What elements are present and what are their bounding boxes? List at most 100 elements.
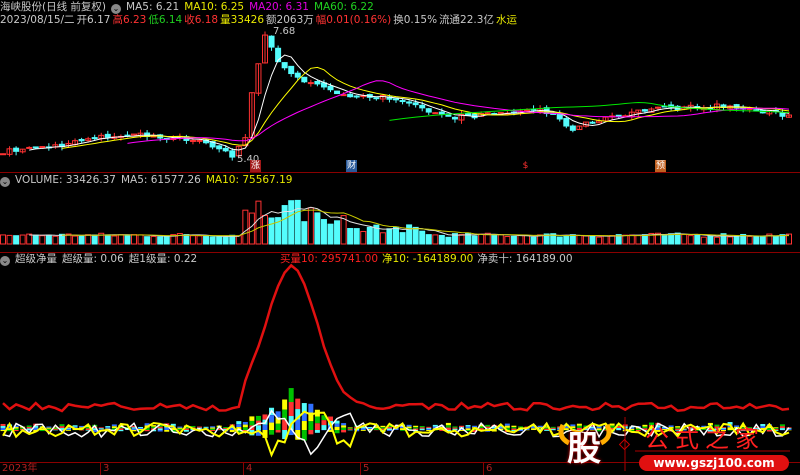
net-volume-bar	[347, 429, 353, 430]
net-volume-bar	[308, 430, 314, 435]
net-volume-bar	[39, 430, 45, 432]
marker-dollar[interactable]: $	[520, 160, 531, 172]
axis-label-april: 4	[243, 462, 252, 475]
candle	[294, 72, 301, 78]
net-volume-bar	[275, 430, 281, 433]
net-volume-bar	[210, 428, 216, 430]
volume-bar	[510, 235, 517, 245]
volume-bar	[13, 235, 20, 245]
volume-bar	[320, 219, 327, 245]
net-volume-bar	[282, 399, 288, 410]
volume-bar	[438, 234, 445, 245]
net-volume-bar	[111, 426, 117, 429]
net-volume-bar	[183, 430, 189, 432]
candle	[26, 146, 33, 149]
volume-bar	[255, 200, 262, 245]
net-volume-bar	[367, 427, 373, 429]
candle	[104, 133, 111, 138]
volume-bar	[753, 235, 760, 245]
candle	[196, 139, 203, 142]
net-volume-bar	[197, 426, 202, 428]
volume-bar	[530, 236, 537, 245]
net-volume-bar	[360, 430, 366, 431]
volume-bar	[163, 235, 170, 245]
ma20-line	[127, 80, 790, 144]
candle	[484, 112, 491, 115]
candle	[314, 81, 321, 85]
volume-bar	[478, 233, 485, 245]
net-volume-bar	[66, 430, 71, 431]
net-volume-bar	[138, 426, 144, 428]
axis-label-year: 2023年	[2, 463, 38, 474]
volume-bar	[393, 226, 399, 245]
candle	[39, 146, 46, 149]
volume-bar	[209, 236, 216, 245]
candle	[615, 114, 622, 117]
net-volume-bar	[334, 426, 340, 430]
price-chart[interactable]	[0, 0, 800, 172]
volume-bar	[19, 234, 26, 245]
candle	[307, 82, 314, 85]
volume-bar	[386, 228, 393, 245]
net-volume-bar	[373, 428, 379, 430]
volume-bar	[242, 209, 249, 245]
volume-bar	[347, 227, 354, 245]
candle	[393, 98, 399, 101]
net-volume-bar	[59, 424, 65, 427]
buy10-line	[2, 263, 790, 413]
candle	[373, 97, 380, 100]
candle	[655, 106, 661, 109]
net-volume-bar	[465, 425, 471, 427]
volume-bar	[628, 234, 635, 245]
net-volume-bar	[465, 428, 471, 430]
volume-bar	[91, 234, 98, 245]
volume-bar	[524, 234, 530, 245]
candle	[399, 100, 406, 103]
volume-bar	[772, 235, 779, 245]
candle	[641, 109, 648, 112]
volume-bar	[713, 236, 720, 245]
volume-bar	[262, 214, 268, 245]
marker-cai[interactable]: 财	[346, 160, 357, 172]
net-volume-bar	[400, 430, 406, 431]
net-volume-bar	[255, 415, 261, 421]
net-volume-bar	[511, 425, 517, 428]
volume-bar	[72, 235, 79, 245]
volume-bar	[189, 235, 196, 245]
candle	[425, 108, 432, 113]
volume-bar	[425, 234, 432, 245]
volume-bar	[746, 235, 753, 245]
net-volume-bar	[537, 425, 543, 428]
volume-bar	[517, 234, 524, 245]
net-volume-bar	[210, 426, 216, 428]
net-volume-bar	[98, 428, 104, 430]
volume-bar	[235, 235, 242, 245]
net-volume-bar	[7, 430, 13, 432]
net-volume-bar	[445, 425, 451, 428]
net-volume-bar	[452, 426, 458, 428]
volume-bar	[419, 230, 426, 245]
net-volume-bar	[0, 427, 6, 430]
net-volume-bar	[406, 424, 412, 427]
net-volume-bar	[301, 421, 307, 430]
volume-bar	[694, 234, 701, 245]
volume-bar	[196, 235, 203, 245]
volume-bar	[458, 234, 465, 245]
net-volume-bar	[13, 428, 19, 430]
volume-bar	[609, 234, 616, 245]
net-volume-bar	[131, 428, 137, 430]
marker-yu[interactable]: 预	[655, 160, 666, 172]
net-volume-bar	[144, 430, 150, 432]
volume-bar	[596, 236, 603, 245]
volume-chart[interactable]	[0, 172, 800, 252]
net-volume-bar	[269, 415, 275, 423]
net-volume-bar	[295, 398, 301, 410]
net-volume-bar	[275, 423, 281, 430]
marker-zhang[interactable]: 涨	[250, 160, 261, 172]
net-volume-bar	[386, 430, 392, 431]
net-volume-bar	[164, 427, 170, 430]
volume-bar	[681, 234, 688, 245]
net-volume-bar	[314, 416, 320, 424]
net-volume-bar	[0, 425, 6, 428]
axis-label-may: 5	[360, 462, 369, 475]
